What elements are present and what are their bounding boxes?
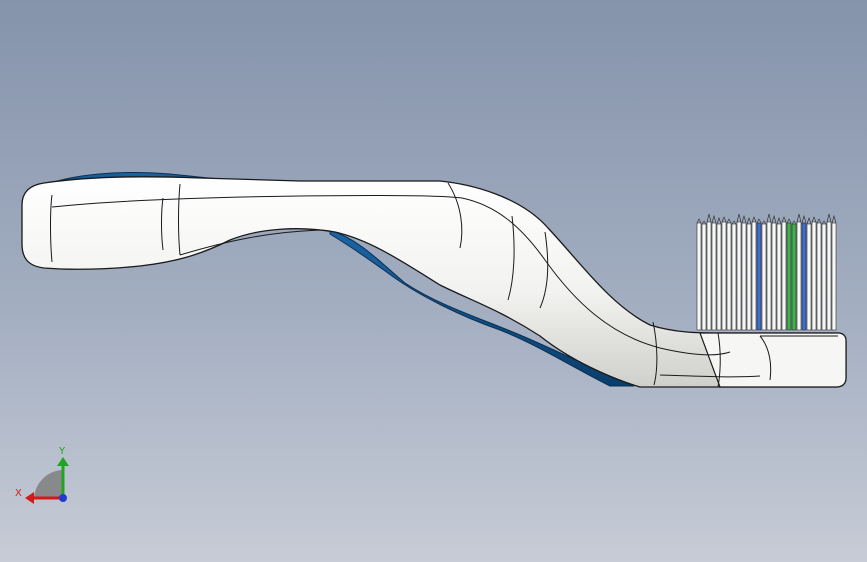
bristle-tip <box>781 216 787 223</box>
bristle-tip <box>821 220 827 225</box>
bristle-tip <box>696 218 702 224</box>
bristle-strand <box>831 222 837 331</box>
bristle-tip <box>716 217 722 225</box>
bristle-tip <box>791 220 797 225</box>
bristle-strand <box>796 221 802 331</box>
bristle-tip <box>706 213 712 223</box>
bristle-strand <box>746 223 752 331</box>
bristle-strand <box>806 223 812 331</box>
bristle-strand <box>761 223 767 331</box>
bristle-tip <box>711 214 717 224</box>
bristle-strand <box>696 222 702 331</box>
brush-head-plate <box>699 332 847 388</box>
bristle-strand <box>736 221 742 331</box>
triad-y-label: Y <box>58 446 66 457</box>
bristle-strand <box>741 222 747 331</box>
cad-viewport[interactable]: Y X <box>0 0 867 562</box>
bristle-tip <box>806 217 812 225</box>
bristle-tip <box>796 213 802 223</box>
triad-plane-icon <box>34 470 62 498</box>
bristle-tip <box>761 220 767 225</box>
bristle-strand <box>721 221 727 331</box>
bristle-tip <box>701 220 707 225</box>
bristle-tip <box>721 216 727 223</box>
bristle-tip <box>746 217 752 225</box>
bristle-strand <box>726 222 732 331</box>
bristle-tip <box>811 216 817 223</box>
bristle-tip <box>771 214 777 224</box>
bristle-strand <box>826 221 832 331</box>
bristle-strand <box>811 221 817 331</box>
bristle-strand <box>716 223 722 331</box>
bristle-tip <box>826 213 832 223</box>
bristle-strand <box>711 222 717 331</box>
bristle-strand <box>821 223 827 331</box>
bristle-strand <box>786 222 792 331</box>
triad-z-axis-icon <box>59 494 67 502</box>
bristle-strand <box>701 223 707 331</box>
bristle-strand <box>731 223 737 331</box>
bristle-tip <box>756 218 762 224</box>
bristle-strand <box>771 222 777 331</box>
bristle-strand <box>791 223 797 331</box>
bristle-strand <box>816 222 822 331</box>
bristle-tip <box>766 213 772 223</box>
bristle-strand <box>706 221 712 331</box>
bristle-strand <box>751 221 757 331</box>
triad-y-arrow-icon <box>57 457 69 466</box>
bristle-tip <box>736 213 742 223</box>
bristle-strand <box>801 222 807 331</box>
bristle-tufts <box>696 213 837 331</box>
bristle-strand <box>766 221 772 331</box>
bristle-tip <box>751 216 757 223</box>
bristle-tip <box>786 218 792 224</box>
bristle-strand <box>781 221 787 331</box>
bristle-tip <box>741 214 747 224</box>
bristle-tip <box>816 218 822 224</box>
triad-x-arrow-icon <box>25 492 34 504</box>
bristle-tip <box>776 217 782 225</box>
bristle-tip <box>831 214 837 224</box>
coordinate-triad: Y X <box>15 446 69 504</box>
toothbrush-model-view[interactable]: Y X <box>0 0 867 562</box>
triad-x-label: X <box>15 488 22 499</box>
bristle-tip <box>731 220 737 225</box>
bristle-tip <box>801 214 807 224</box>
bristle-strand <box>776 223 782 331</box>
bristle-tip <box>726 218 732 224</box>
bristle-strand <box>756 222 762 331</box>
